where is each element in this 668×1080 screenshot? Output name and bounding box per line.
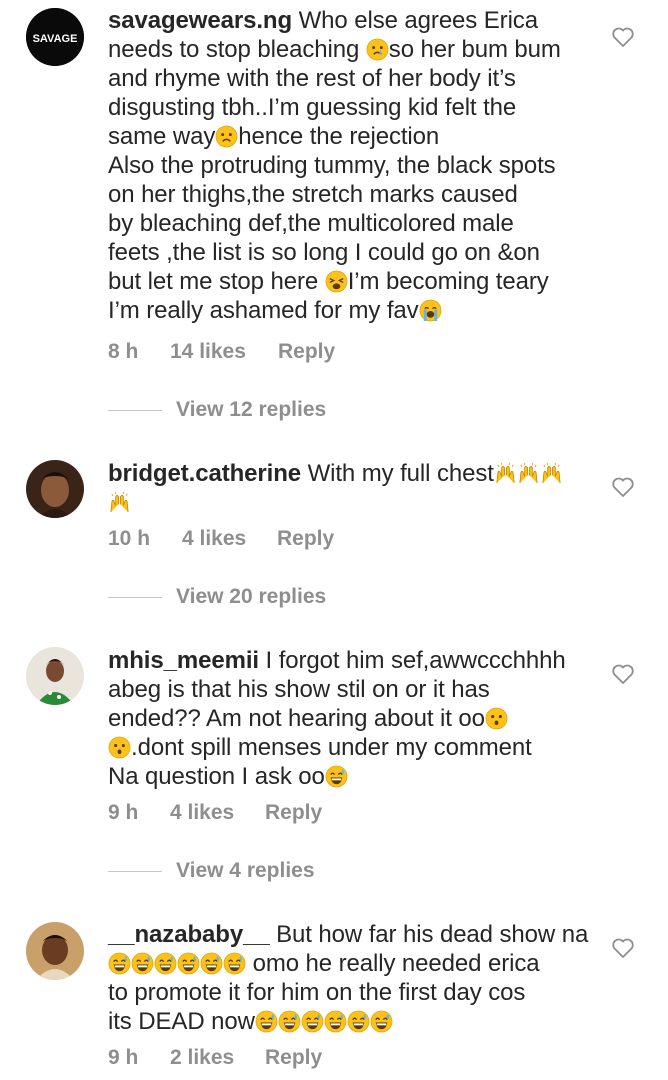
comment-meta: 8 h 14 likes Reply	[108, 340, 335, 364]
divider	[108, 870, 162, 872]
raised-hands-icon	[496, 462, 515, 484]
hushed-face-icon	[108, 736, 131, 759]
username[interactable]: bridget.catherine	[108, 460, 301, 487]
timestamp: 9 h	[108, 1046, 139, 1069]
grinning-sweat-face-icon	[131, 952, 154, 975]
grinning-sweat-face-icon	[108, 952, 131, 975]
raised-hands-icon	[519, 462, 538, 484]
heart-outline-icon[interactable]	[611, 26, 635, 48]
comment-text: __nazababy__ But how far his dead show n…	[108, 921, 589, 1035]
heart-outline-icon[interactable]	[611, 663, 635, 685]
reply-button[interactable]: Reply	[265, 1046, 322, 1070]
view-replies-button[interactable]: View 4 replies	[108, 859, 315, 883]
view-replies-button[interactable]: View 12 replies	[108, 398, 326, 422]
frowning-face-icon	[215, 125, 238, 148]
weary-face-icon	[325, 270, 348, 293]
avatar[interactable]	[26, 922, 84, 980]
likes-count[interactable]: 4 likes	[170, 801, 265, 825]
crying-face-icon	[419, 299, 442, 322]
likes-count[interactable]: 4 likes	[182, 527, 277, 551]
username[interactable]: mhis_meemii	[108, 647, 259, 674]
username[interactable]: __nazababy__	[108, 921, 270, 948]
divider	[108, 596, 162, 598]
grinning-sweat-face-icon	[324, 1010, 347, 1033]
reply-button[interactable]: Reply	[278, 340, 335, 364]
profile-photo	[26, 647, 84, 705]
grinning-sweat-face-icon	[325, 765, 348, 788]
view-replies-label: View 12 replies	[176, 398, 327, 421]
avatar[interactable]	[26, 647, 84, 705]
grinning-sweat-face-icon	[370, 1010, 393, 1033]
avatar[interactable]	[26, 460, 84, 518]
worried-face-icon	[366, 38, 389, 61]
comment-text: bridget.catherine With my full chest	[108, 459, 602, 517]
timestamp: 10 h	[108, 527, 151, 550]
comment-meta: 9 h 2 likes Reply	[108, 1046, 322, 1070]
grinning-sweat-face-icon	[177, 952, 200, 975]
grinning-sweat-face-icon	[278, 1010, 301, 1033]
savage-logo-icon: SAVAGE	[26, 8, 84, 66]
raised-hands-icon	[542, 462, 561, 484]
raised-hands-icon	[110, 491, 129, 513]
grinning-sweat-face-icon	[154, 952, 177, 975]
hushed-face-icon	[485, 707, 508, 730]
grinning-sweat-face-icon	[347, 1010, 370, 1033]
grinning-sweat-face-icon	[301, 1010, 324, 1033]
svg-text:SAVAGE: SAVAGE	[33, 33, 78, 45]
grinning-sweat-face-icon	[200, 952, 223, 975]
comment-text: mhis_meemii I forgot him sef,awwccchhhh …	[108, 647, 566, 790]
grinning-sweat-face-icon	[255, 1010, 278, 1033]
reply-button[interactable]: Reply	[277, 527, 334, 551]
comment-text: savagewears.ng Who else agrees Erica nee…	[108, 7, 561, 324]
view-replies-label: View 4 replies	[176, 859, 315, 882]
timestamp: 8 h	[108, 340, 139, 363]
comment-meta: 9 h 4 likes Reply	[108, 801, 322, 825]
grinning-sweat-face-icon	[223, 952, 246, 975]
heart-outline-icon[interactable]	[611, 937, 635, 959]
likes-count[interactable]: 14 likes	[170, 340, 278, 364]
avatar[interactable]: SAVAGE	[26, 8, 84, 66]
profile-photo	[26, 922, 84, 980]
view-replies-button[interactable]: View 20 replies	[108, 585, 326, 609]
reply-button[interactable]: Reply	[265, 801, 322, 825]
divider	[108, 409, 162, 411]
heart-outline-icon[interactable]	[611, 476, 635, 498]
timestamp: 9 h	[108, 801, 139, 824]
comment-meta: 10 h 4 likes Reply	[108, 527, 334, 551]
likes-count[interactable]: 2 likes	[170, 1046, 265, 1070]
profile-photo	[26, 460, 84, 518]
username[interactable]: savagewears.ng	[108, 7, 292, 34]
view-replies-label: View 20 replies	[176, 585, 327, 608]
